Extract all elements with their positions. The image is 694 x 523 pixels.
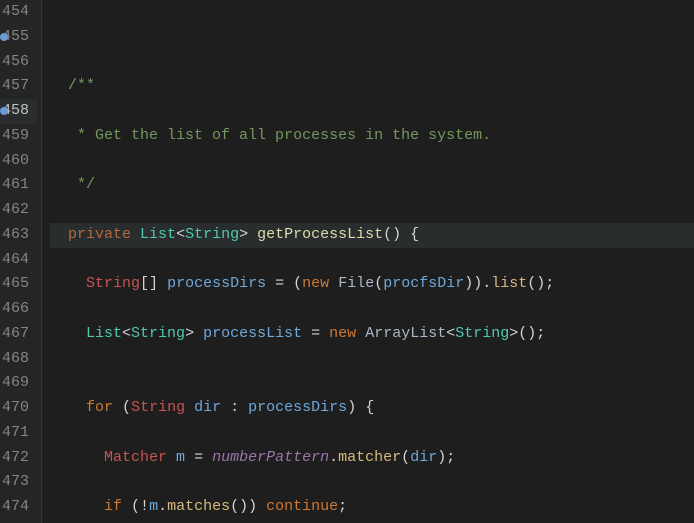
line-number[interactable]: 467 xyxy=(0,322,37,347)
line-number[interactable]: 460 xyxy=(0,149,37,174)
type-list: List xyxy=(140,226,176,243)
javadoc-open: /** xyxy=(68,77,95,94)
code-line: for (String dir : processDirs) { xyxy=(50,396,694,421)
var: processDirs xyxy=(248,399,347,416)
breakpoint-marker[interactable] xyxy=(0,107,8,115)
method: matcher xyxy=(338,449,401,466)
line-number[interactable]: 471 xyxy=(0,421,37,446)
javadoc-text: Get the list of all processes in the sys… xyxy=(95,127,491,144)
kw-private: private xyxy=(68,226,131,243)
code-line: * Get the list of all processes in the s… xyxy=(50,124,694,149)
method-decl: getProcessList xyxy=(257,226,383,243)
line-number[interactable]: 465 xyxy=(0,272,37,297)
line-number[interactable]: 456 xyxy=(0,50,37,75)
line-number-gutter: 4544554564574584594604614624634644654664… xyxy=(0,0,42,523)
field: numberPattern xyxy=(212,449,329,466)
line-number[interactable]: 466 xyxy=(0,297,37,322)
line-number[interactable]: 464 xyxy=(0,248,37,273)
var: procfsDir xyxy=(383,275,464,292)
code-editor-content[interactable]: /** * Get the list of all processes in t… xyxy=(42,0,694,523)
var: dir xyxy=(410,449,437,466)
line-number[interactable]: 458 xyxy=(0,99,37,124)
line-number[interactable]: 463 xyxy=(0,223,37,248)
type-string: String xyxy=(455,325,509,342)
line-number[interactable]: 455 xyxy=(0,25,37,50)
method: list xyxy=(491,275,527,292)
code-line: /** xyxy=(50,74,694,99)
var: processList xyxy=(203,325,302,342)
type-string: String xyxy=(86,275,140,292)
code-line: Matcher m = numberPattern.matcher(dir); xyxy=(50,446,694,471)
javadoc-close: */ xyxy=(68,176,95,193)
type-file: File xyxy=(338,275,374,292)
line-number[interactable]: 468 xyxy=(0,347,37,372)
type-string: String xyxy=(131,325,185,342)
line-number[interactable]: 454 xyxy=(0,0,37,25)
line-number[interactable]: 461 xyxy=(0,173,37,198)
method: matches xyxy=(167,498,230,515)
kw-new: new xyxy=(329,325,356,342)
kw-new: new xyxy=(302,275,329,292)
kw-continue: continue xyxy=(266,498,338,515)
type-matcher: Matcher xyxy=(104,449,167,466)
line-number[interactable]: 472 xyxy=(0,446,37,471)
javadoc-line-prefix: * xyxy=(68,127,95,144)
line-number[interactable]: 473 xyxy=(0,470,37,495)
line-number[interactable]: 462 xyxy=(0,198,37,223)
type-string: String xyxy=(185,226,239,243)
kw-if: if xyxy=(104,498,122,515)
line-number[interactable]: 459 xyxy=(0,124,37,149)
line-number[interactable]: 469 xyxy=(0,371,37,396)
type-string: String xyxy=(131,399,185,416)
code-line: String[] processDirs = (new File(procfsD… xyxy=(50,272,694,297)
var: processDirs xyxy=(167,275,266,292)
code-line: if (!m.matches()) continue; xyxy=(50,495,694,520)
breakpoint-marker[interactable] xyxy=(0,33,8,41)
code-line: */ xyxy=(50,173,694,198)
var: m xyxy=(176,449,185,466)
code-line-current: private List<String> getProcessList() { xyxy=(50,223,694,248)
type-arraylist: ArrayList xyxy=(365,325,446,342)
type-list: List xyxy=(86,325,122,342)
line-number[interactable]: 457 xyxy=(0,74,37,99)
code-line: List<String> processList = new ArrayList… xyxy=(50,322,694,347)
var: dir xyxy=(194,399,221,416)
line-number[interactable]: 470 xyxy=(0,396,37,421)
line-number[interactable]: 474 xyxy=(0,495,37,520)
var: m xyxy=(149,498,158,515)
kw-for: for xyxy=(86,399,113,416)
